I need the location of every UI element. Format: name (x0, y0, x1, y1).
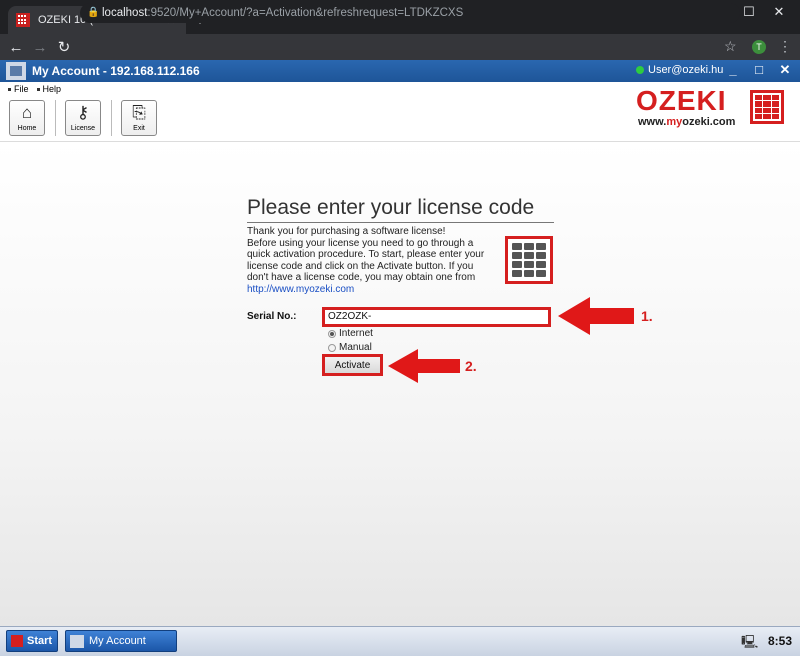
instruction-line: Before using your license you need to go… (247, 237, 474, 249)
user-status[interactable]: User@ozeki.hu (636, 64, 723, 76)
info-lock-icon[interactable]: 🔒 (87, 3, 99, 23)
license-button[interactable]: ⚷ License (65, 100, 101, 136)
clock: 8:53 (768, 634, 793, 648)
instruction-line: don't have a license code, you may obtai… (247, 272, 476, 283)
serial-value: OZ2OZK- (328, 311, 372, 322)
menu-file[interactable]: File (8, 84, 29, 94)
serial-label: Serial No.: (247, 311, 297, 322)
keypad-icon (505, 236, 553, 284)
app-icon (6, 62, 26, 80)
start-label: Start (27, 635, 53, 647)
logo-url: www.myozeki.com (638, 116, 736, 128)
serial-number-input[interactable]: OZ2OZK- (322, 307, 551, 327)
start-icon (11, 635, 23, 647)
taskbar-item-my-account[interactable]: My Account (65, 630, 177, 652)
activation-instructions: Thank you for purchasing a software lice… (247, 226, 493, 295)
radio-internet-label: Internet (339, 328, 373, 339)
step-two-label: 2. (465, 358, 477, 374)
radio-selected-icon (328, 329, 336, 338)
toolbar-divider (111, 100, 112, 136)
taskbar: Start My Account 🖳 8:53 (0, 626, 800, 656)
browser-menu-icon[interactable]: ⋮ (778, 38, 792, 55)
arrow-left-icon (388, 349, 460, 383)
bookmark-star-icon[interactable]: ☆ (724, 38, 737, 55)
toolbar-divider (55, 100, 56, 136)
app-title: My Account - 192.168.112.166 (32, 64, 200, 78)
exit-door-icon: ⎘ (132, 103, 146, 122)
step-one-label: 1. (641, 308, 653, 324)
ozeki-logo: OZEKI www.myozeki.com (636, 86, 786, 130)
radio-internet[interactable]: Internet (328, 328, 373, 339)
instruction-line: quick activation procedure. To start, pl… (247, 249, 485, 260)
online-status-icon (636, 66, 644, 74)
exit-label: Exit (133, 125, 145, 132)
reload-icon[interactable]: ↻ (52, 38, 76, 56)
url-field[interactable]: 🔒 localhost:9520/My+Account/?a=Activation… (80, 3, 740, 23)
app-maximize-icon[interactable]: □ (750, 62, 768, 77)
instruction-line: license code and click on the Activate b… (247, 260, 474, 272)
myozeki-link[interactable]: http://www.myozeki.com (247, 284, 493, 296)
license-label: License (70, 125, 96, 132)
url-host: localhost (102, 7, 148, 19)
app-minimize-icon[interactable]: _ (724, 62, 742, 77)
home-icon: ⌂ (21, 103, 33, 122)
instruction-line: Thank you for purchasing a software lice… (247, 226, 446, 237)
forward-icon[interactable]: → (28, 39, 52, 56)
radio-manual-label: Manual (339, 342, 372, 353)
logo-word: OZEKI (636, 85, 727, 116)
monitor-icon[interactable]: 🖳 (741, 633, 758, 655)
app-title-bar: My Account - 192.168.112.166 User@ozeki.… (0, 60, 800, 82)
taskbar-item-label: My Account (89, 635, 146, 647)
menu-help[interactable]: Help (37, 84, 62, 94)
activation-panel: Please enter your license code Thank you… (0, 142, 800, 626)
start-button[interactable]: Start (6, 630, 58, 652)
profile-avatar[interactable]: T (752, 40, 766, 54)
page-title: Please enter your license code (247, 196, 554, 223)
logo-keypad-icon (750, 90, 784, 124)
home-label: Home (17, 125, 37, 132)
user-email: User@ozeki.hu (648, 64, 724, 76)
ozeki-favicon-icon (16, 13, 30, 27)
window-close-icon[interactable]: ✕ (764, 4, 794, 20)
activate-button[interactable]: Activate (322, 354, 383, 376)
radio-unselected-icon (328, 343, 336, 352)
app-close-icon[interactable]: ✕ (776, 62, 794, 78)
app-icon (70, 634, 84, 648)
address-toolbar: ← → ↻ (0, 34, 800, 60)
home-button[interactable]: ⌂ Home (9, 100, 45, 136)
url-path: :9520/My+Account/?a=Activation&refreshre… (147, 7, 464, 19)
radio-manual[interactable]: Manual (328, 342, 372, 353)
back-icon[interactable]: ← (4, 39, 28, 56)
key-icon: ⚷ (76, 103, 90, 122)
arrow-left-icon (558, 297, 634, 335)
exit-button[interactable]: ⎘ Exit (121, 100, 157, 136)
